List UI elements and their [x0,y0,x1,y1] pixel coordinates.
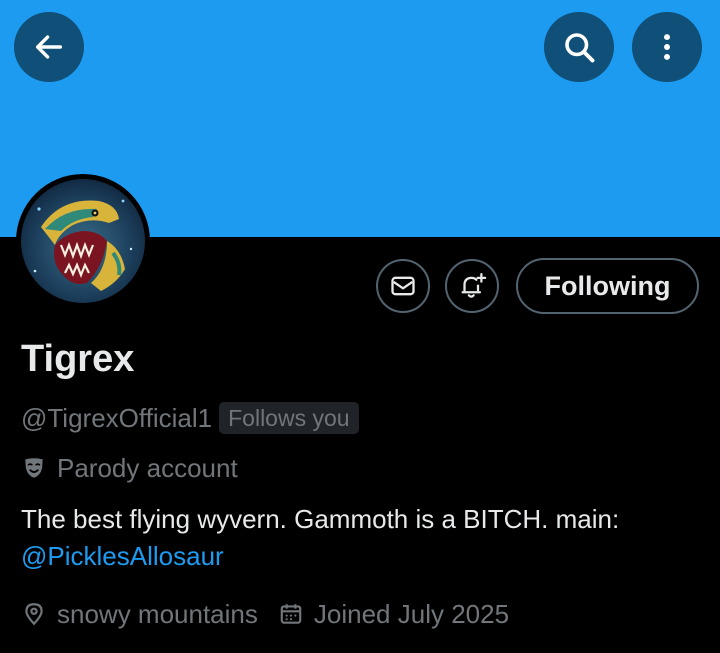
more-vertical-icon [664,34,670,60]
envelope-icon [391,276,415,296]
profile-handle: @TigrexOfficial1 [21,403,213,433]
location-pin-icon [25,603,43,626]
bio-text: The best flying wyvern. Gammoth is a BIT… [21,504,620,534]
search-button[interactable] [544,12,614,82]
handle-row: @TigrexOfficial1 Follows you [21,401,359,435]
location-text: snowy mountains [57,599,258,629]
more-options-button[interactable] [632,12,702,82]
back-button[interactable] [14,12,84,82]
bell-plus-icon [461,273,487,298]
parody-label-row: Parody account [21,451,238,485]
parody-label: Parody account [57,453,238,483]
profile-name: Tigrex [21,338,135,380]
theater-mask-icon [25,458,43,478]
location-item: snowy mountains [21,597,258,631]
search-icon [565,33,595,63]
follows-you-badge: Follows you [219,402,359,434]
avatar[interactable] [16,174,150,308]
joined-date-text: Joined July 2025 [313,599,510,629]
message-button[interactable] [376,259,430,313]
notifications-button[interactable] [445,259,499,313]
profile-meta-row: snowy mountains Joined July 2025 [21,597,509,631]
joined-item: Joined July 2025 [278,597,509,631]
bio-mention-link[interactable]: @PicklesAllosaur [21,541,224,571]
calendar-icon [280,604,302,624]
profile-bio: The best flying wyvern. Gammoth is a BIT… [21,501,711,575]
back-arrow-icon [35,35,63,59]
avatar-image [21,179,145,303]
following-button[interactable]: Following [516,258,699,314]
